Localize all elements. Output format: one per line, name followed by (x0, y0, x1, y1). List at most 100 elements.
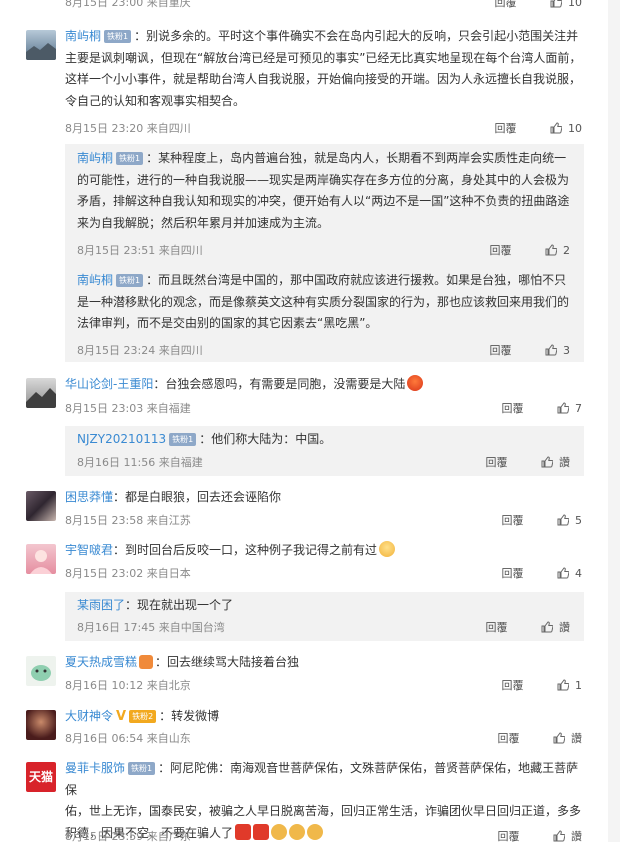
thumb-up-icon (557, 402, 569, 414)
reply-button[interactable]: 回覆 (486, 454, 508, 470)
like-button[interactable]: 讚 (541, 621, 570, 634)
thumb-up-icon (541, 456, 553, 468)
member-icon (139, 655, 154, 669)
reply-button[interactable]: 回覆 (495, 120, 517, 136)
comment-text: 华山论剑-王重阳：台独会感恩吗，有需要是同胞，没需要是大陆 (65, 374, 582, 396)
like-count: 2 (563, 244, 570, 257)
avatar[interactable] (26, 491, 56, 521)
like-button[interactable]: 10 (550, 122, 582, 135)
comment-actions: 回覆 10 (495, 120, 583, 136)
username[interactable]: 南屿桐 (65, 29, 101, 43)
reply-actions: 回覆 3 (490, 342, 571, 358)
avatar-label: 天猫 (28, 770, 53, 784)
comment-actions: 回覆 10 (495, 0, 582, 10)
like-count: 讚 (571, 732, 582, 745)
reply-list: 某雨困了：现在就出现一个了 8月16日 17:45 来自中国台湾 回覆 讚 (65, 592, 584, 641)
avatar[interactable] (26, 656, 56, 686)
like-count: 讚 (559, 456, 570, 469)
like-count: 3 (563, 344, 570, 357)
comment-meta: 8月16日 10:12 来自北京 (65, 679, 191, 692)
reply-body: 法律审判，而不是交由别的国家的其它因素去“黑吃黑”。 (77, 316, 378, 330)
comment-meta: 8月15日 23:00 来自重庆 (65, 0, 191, 9)
thumb-up-icon (557, 514, 569, 526)
username[interactable]: 华山论剑-王重阳 (65, 377, 153, 391)
comment-actions: 回覆 7 (502, 400, 583, 416)
like-button[interactable]: 3 (545, 344, 570, 357)
angry-face-icon (407, 375, 424, 391)
like-button[interactable]: 1 (557, 679, 582, 692)
reply-button[interactable]: 回覆 (502, 565, 524, 581)
avatar[interactable] (26, 30, 56, 60)
comment-body: 佑，世上无诈，国泰民安，被骗之人早日脱离苦海，回归正常生活，诈骗团伙早日回归正道… (65, 804, 582, 818)
username[interactable]: 大财神令 (65, 709, 113, 723)
reply-button[interactable]: 回覆 (486, 619, 508, 635)
username[interactable]: 夏天热成雪糕 (65, 655, 137, 669)
pray-icon (307, 823, 324, 840)
reply-button[interactable]: 回覆 (502, 677, 524, 693)
username[interactable]: 南屿桐 (77, 273, 113, 287)
like-button[interactable]: 2 (545, 244, 570, 257)
like-button[interactable]: 讚 (553, 732, 582, 745)
like-button[interactable]: 讚 (553, 830, 582, 843)
avatar[interactable] (26, 544, 56, 574)
thumb-up-icon (550, 122, 562, 134)
like-button[interactable]: 5 (557, 514, 582, 527)
comment-body: ：台独会感恩吗，有需要是同胞，没需要是大陆 (153, 377, 406, 391)
reply-text: 南屿桐 铁粉1 ：而且既然台湾是中国的，那中国政府就应该进行援救。如果是台独，哪怕不… (77, 270, 570, 335)
scrollbar[interactable] (608, 0, 620, 842)
like-count: 4 (575, 567, 582, 580)
like-count: 讚 (571, 830, 582, 843)
reply-body: ：现在就出现一个了 (125, 598, 234, 612)
username[interactable]: 困思莽懂 (65, 490, 113, 504)
username[interactable]: 某雨困了 (77, 598, 125, 612)
candle-icon (235, 823, 252, 840)
reply-actions: 回覆 讚 (486, 619, 571, 635)
username[interactable]: 曼菲卡服饰 (65, 761, 125, 775)
candle-icon (253, 823, 270, 840)
like-count: 5 (575, 514, 582, 527)
like-count: 1 (575, 679, 582, 692)
like-count: 7 (575, 402, 582, 415)
like-button[interactable]: 讚 (541, 456, 570, 469)
comment-body: 主要是讽刺嘲讽，但现在“解放台湾已经是可预见的事实”已经无比真实地呈现在每个台湾… (65, 50, 582, 65)
reply-body: 矛盾，排解这种自我认知和现实的冲突，便开始有人以“两边不是一国”这种不负责的扭曲… (77, 194, 570, 208)
comment-meta: 8月15日 23:58 来自江苏 (65, 514, 191, 527)
like-button[interactable]: 7 (557, 402, 582, 415)
landscape-icon (26, 43, 56, 60)
cartoon-icon (31, 665, 51, 681)
thumb-up-icon (557, 567, 569, 579)
like-count: 10 (568, 122, 582, 135)
username[interactable]: 宇智啵君 (65, 543, 113, 557)
fan-badge: 铁粉1 (128, 762, 156, 775)
username[interactable]: NJZY20210113 (77, 432, 166, 446)
fan-badge: 铁粉1 (116, 152, 144, 165)
like-count: 讚 (559, 621, 570, 634)
person-icon (30, 550, 52, 574)
thumb-up-icon (550, 0, 562, 8)
like-button[interactable]: 10 (550, 0, 582, 9)
reply-body: ：而且既然台湾是中国的，那中国政府就应该进行援救。如果是台独，哪怕不只 (146, 273, 567, 287)
comment-text: 大财神令 V 铁粉2 ：转发微博 (65, 706, 582, 728)
reply-list: 南屿桐 铁粉1 ：某种程度上，岛内普遍台独，就是岛内人，长期看不到两岸会实质性走向统… (65, 144, 584, 362)
avatar[interactable] (26, 710, 56, 740)
reply-text: 南屿桐 铁粉1 ：某种程度上，岛内普遍台独，就是岛内人，长期看不到两岸会实质性走向统… (77, 148, 570, 234)
reply-button[interactable]: 回覆 (490, 242, 512, 258)
reply-button[interactable]: 回覆 (495, 0, 517, 10)
avatar[interactable] (26, 378, 56, 408)
reply-button[interactable]: 回覆 (502, 400, 524, 416)
username[interactable]: 南屿桐 (77, 151, 113, 165)
comment-body: ：转发微博 (159, 709, 220, 723)
like-button[interactable]: 4 (557, 567, 582, 580)
reply-button[interactable]: 回覆 (490, 342, 512, 358)
comment-body: ：别说多余的。平时这个事件确实不会在岛内引起大的反响，只会引起小范围关注并 (134, 29, 579, 43)
comment-actions: 回覆 5 (502, 512, 583, 528)
reply-body: 是一种潜移默化的观念，而是像蔡英文这种有实质分裂国家的行为，那也应该救回来用我们… (77, 294, 570, 309)
reply-text: 某雨困了：现在就出现一个了 (77, 595, 570, 617)
thumb-up-icon (553, 830, 565, 842)
reply-button[interactable]: 回覆 (502, 512, 524, 528)
comment-actions: 回覆 4 (502, 565, 583, 581)
comment-meta: 8月15日 23:03 来自福建 (65, 402, 191, 415)
avatar[interactable]: 天猫 (26, 762, 56, 792)
reply-button[interactable]: 回覆 (498, 730, 520, 746)
fan-badge: 铁粉1 (116, 274, 144, 287)
